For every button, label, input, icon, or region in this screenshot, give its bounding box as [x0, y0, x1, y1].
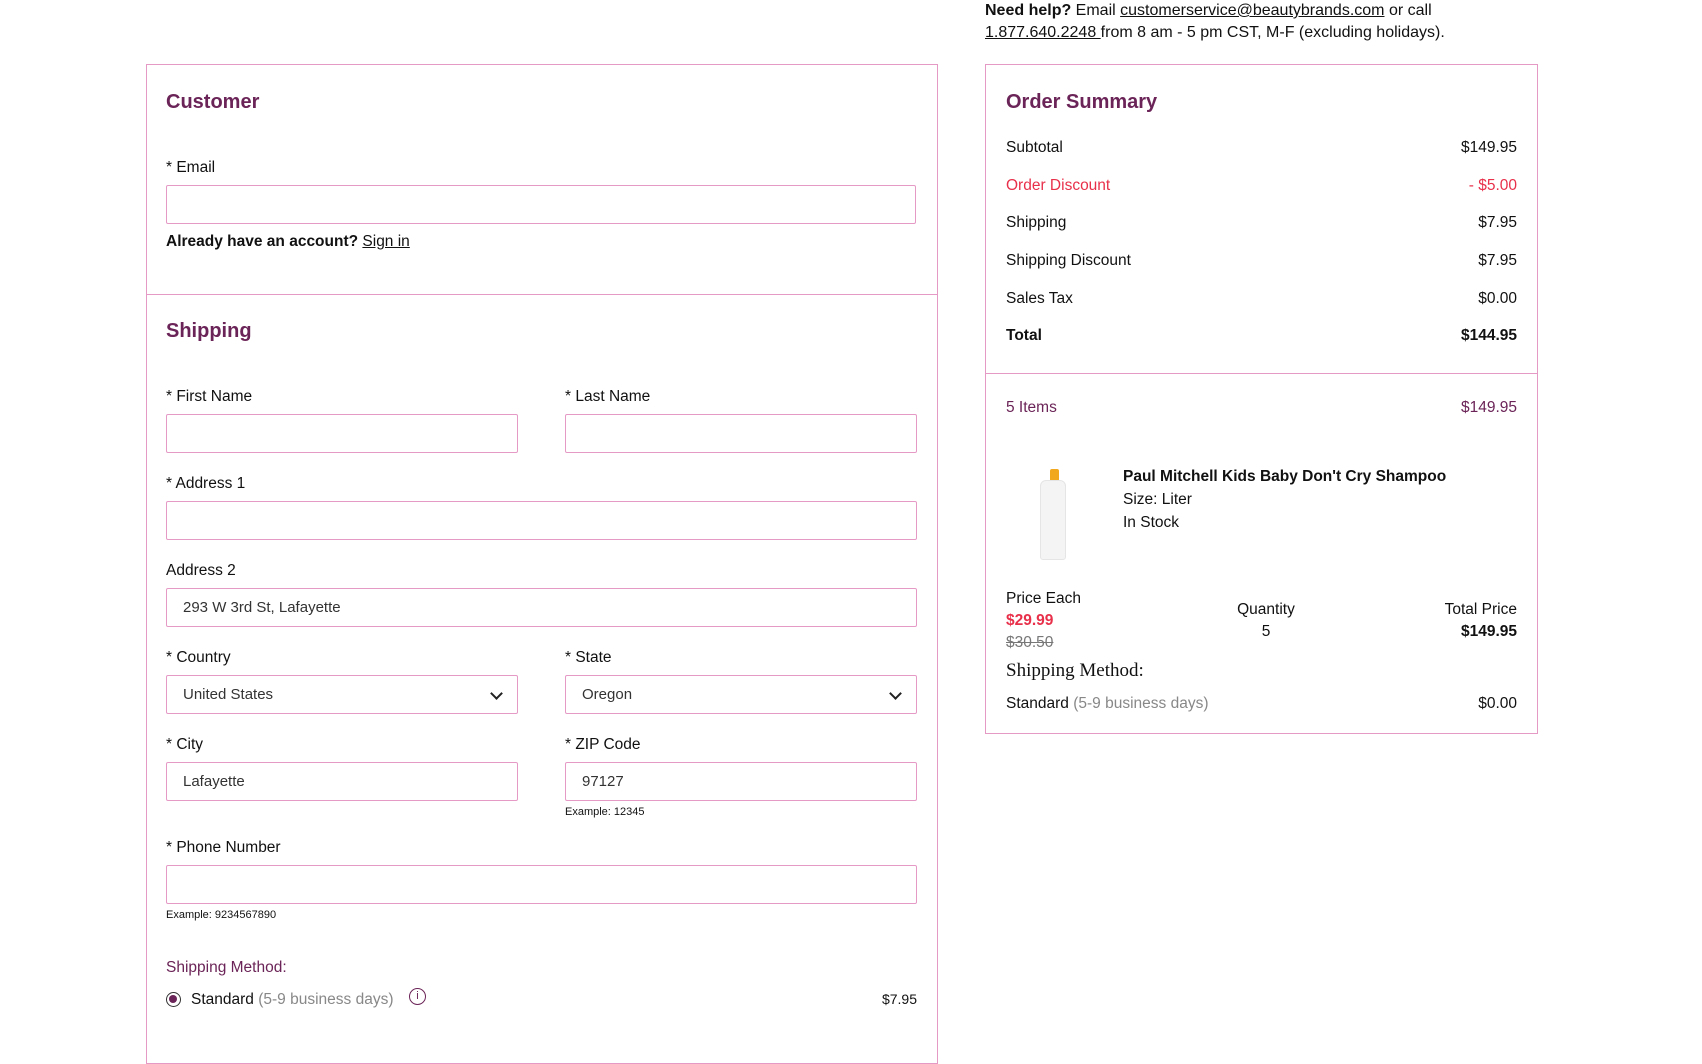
phone-example: Example: 9234567890	[166, 909, 277, 921]
method-days: (5-9 business days)	[1073, 695, 1209, 712]
total-price: Total Price $149.95	[1445, 599, 1517, 643]
row-label: Shipping Discount	[1006, 252, 1131, 269]
summary-row-shipping-discount: Shipping Discount $7.95	[1006, 252, 1517, 270]
row-value: - $5.00	[1468, 177, 1517, 194]
last-name-input[interactable]	[565, 414, 917, 453]
help-text2: or call	[1384, 2, 1432, 19]
product-size: Size: Liter	[1123, 491, 1192, 508]
first-name-label: * First Name	[166, 388, 253, 405]
state-select[interactable]: Oregon	[565, 675, 917, 714]
country-select[interactable]: United States	[166, 675, 518, 714]
row-value: $149.95	[1460, 139, 1517, 156]
row-value: $144.95	[1460, 327, 1517, 344]
summary-shipping-method-label: Shipping Method:	[1006, 660, 1144, 681]
email-link[interactable]: customerservice@beautybrands.com	[1120, 2, 1384, 19]
row-label: Subtotal	[1006, 139, 1063, 156]
zip-label: * ZIP Code	[565, 736, 641, 753]
method-days: (5-9 business days)	[258, 991, 394, 1008]
summary-title: Order Summary	[1006, 91, 1158, 113]
address1-label: * Address 1	[166, 475, 246, 492]
country-label: * Country	[166, 649, 231, 666]
row-value: $0.00	[1478, 290, 1517, 307]
country-value: United States	[183, 686, 274, 703]
summary-method-text: Standard (5-9 business days)	[1006, 695, 1209, 713]
quantity-value: 5	[1261, 623, 1271, 640]
city-label: * City	[166, 736, 204, 753]
help-bold: Need help?	[985, 2, 1072, 19]
summary-row-shipping: Shipping $7.95	[1006, 214, 1517, 232]
help-text: Need help? Email customerservice@beautyb…	[985, 0, 1545, 44]
email-input[interactable]	[166, 185, 916, 224]
original-price: $30.50	[1006, 634, 1054, 651]
address2-input[interactable]: 293 W 3rd St, Lafayette	[166, 588, 917, 627]
product-image	[1040, 469, 1068, 561]
price-each: Price Each $29.99 $30.50	[1006, 588, 1081, 654]
sale-price: $29.99	[1006, 612, 1054, 629]
row-value: $7.95	[1478, 252, 1517, 269]
account-prompt: Already have an account? Sign in	[166, 233, 410, 251]
divider	[147, 294, 937, 295]
row-label: Shipping	[1006, 214, 1067, 231]
items-count: 5 Items	[1006, 399, 1057, 416]
help-text1: Email	[1071, 2, 1121, 19]
row-value: $7.95	[1478, 214, 1517, 231]
summary-row-discount: Order Discount - $5.00	[1006, 177, 1517, 195]
row-label: Sales Tax	[1006, 290, 1073, 307]
sign-in-link[interactable]: Sign in	[362, 233, 409, 250]
address1-input[interactable]	[166, 501, 917, 540]
standard-radio[interactable]	[166, 992, 181, 1007]
total-price-label: Total Price	[1444, 601, 1517, 618]
method-price: $7.95	[881, 991, 917, 1007]
zip-example: Example: 12345	[565, 806, 645, 818]
method-name: Standard	[191, 991, 254, 1008]
product-name[interactable]: Paul Mitchell Kids Baby Don't Cry Shampo…	[1123, 465, 1446, 488]
help-text3: from 8 am - 5 pm CST, M-F (excluding hol…	[1100, 24, 1445, 41]
phone-link[interactable]: 1.877.640.2248	[985, 24, 1101, 41]
shipping-title: Shipping	[166, 320, 252, 342]
phone-input[interactable]	[166, 865, 917, 904]
account-text: Already have an account?	[166, 233, 359, 250]
summary-row-total: Total $144.95	[1006, 327, 1517, 345]
last-name-label: * Last Name	[565, 388, 651, 405]
row-label: Order Discount	[1006, 177, 1111, 194]
items-header: 5 Items $149.95	[1006, 399, 1517, 417]
address2-label: Address 2	[166, 562, 236, 579]
state-value: Oregon	[582, 686, 633, 703]
summary-row-tax: Sales Tax $0.00	[1006, 290, 1517, 308]
method-name: Standard	[1006, 695, 1069, 712]
city-input[interactable]: Lafayette	[166, 762, 518, 801]
phone-label: * Phone Number	[166, 839, 281, 856]
divider	[986, 373, 1537, 374]
product-info: Paul Mitchell Kids Baby Don't Cry Shampo…	[1123, 465, 1446, 534]
items-total: $149.95	[1460, 399, 1517, 416]
total-price-value: $149.95	[1460, 623, 1517, 640]
product-stock: In Stock	[1123, 514, 1179, 531]
shipping-method-label: Shipping Method:	[166, 959, 287, 976]
summary-row-subtotal: Subtotal $149.95	[1006, 139, 1517, 157]
info-icon[interactable]: i	[409, 988, 426, 1005]
row-label: Total	[1006, 327, 1042, 344]
price-each-label: Price Each	[1006, 590, 1081, 607]
state-label: * State	[565, 649, 612, 666]
zip-input[interactable]: 97127	[565, 762, 917, 801]
email-label: * Email	[166, 159, 216, 176]
order-summary: Order Summary Subtotal $149.95 Order Disc…	[985, 64, 1538, 734]
summary-shipping-method: Standard (5-9 business days) $0.00	[1006, 695, 1517, 713]
method-price: $0.00	[1478, 695, 1517, 712]
checkout-form: Customer * Email Already have an account…	[146, 64, 938, 1064]
quantity: Quantity 5	[1206, 599, 1326, 643]
quantity-label: Quantity	[1237, 601, 1295, 618]
standard-option-label: Standard (5-9 business days)	[191, 991, 394, 1009]
first-name-input[interactable]	[166, 414, 518, 453]
customer-title: Customer	[166, 91, 260, 113]
